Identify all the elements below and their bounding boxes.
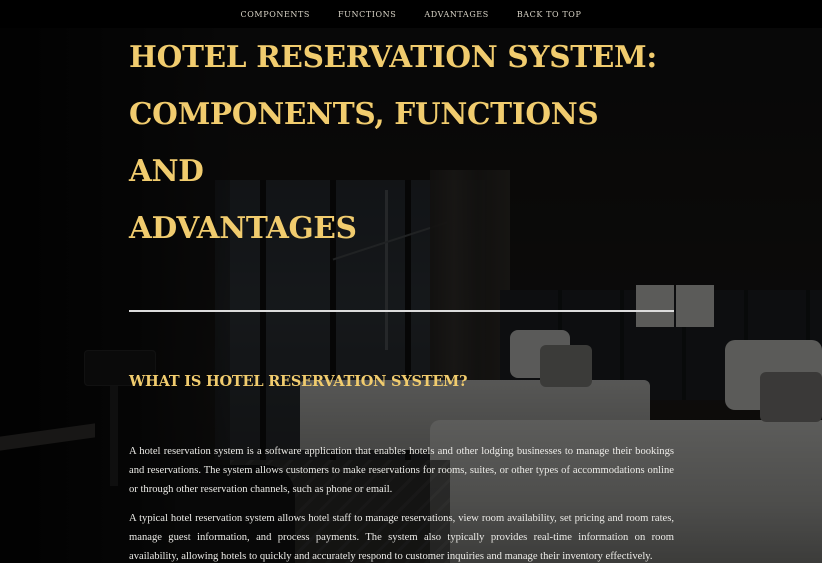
nav-link-back-to-top[interactable]: BACK TO TOP xyxy=(517,10,582,19)
top-navigation: COMPONENTS FUNCTIONS ADVANTAGES BACK TO … xyxy=(0,0,822,28)
title-divider xyxy=(129,310,674,312)
section-heading: WHAT IS HOTEL RESERVATION SYSTEM? xyxy=(129,373,468,390)
intro-paragraph-2: A typical hotel reservation system allow… xyxy=(129,513,674,562)
nav-link-advantages[interactable]: ADVANTAGES xyxy=(424,10,488,19)
page-title: HOTEL RESERVATION SYSTEM: COMPONENTS, FU… xyxy=(129,28,674,256)
page-title-line-3: ADVANTAGES xyxy=(129,210,357,245)
nav-link-functions[interactable]: FUNCTIONS xyxy=(338,10,396,19)
main-content: HOTEL RESERVATION SYSTEM: COMPONENTS, FU… xyxy=(129,28,674,563)
page-title-line-2: COMPONENTS, FUNCTIONS AND xyxy=(129,96,599,188)
intro-paragraph-1: A hotel reservation system is a software… xyxy=(129,446,674,495)
page-title-line-1: HOTEL RESERVATION SYSTEM: xyxy=(129,39,657,74)
nav-link-components[interactable]: COMPONENTS xyxy=(241,10,310,19)
